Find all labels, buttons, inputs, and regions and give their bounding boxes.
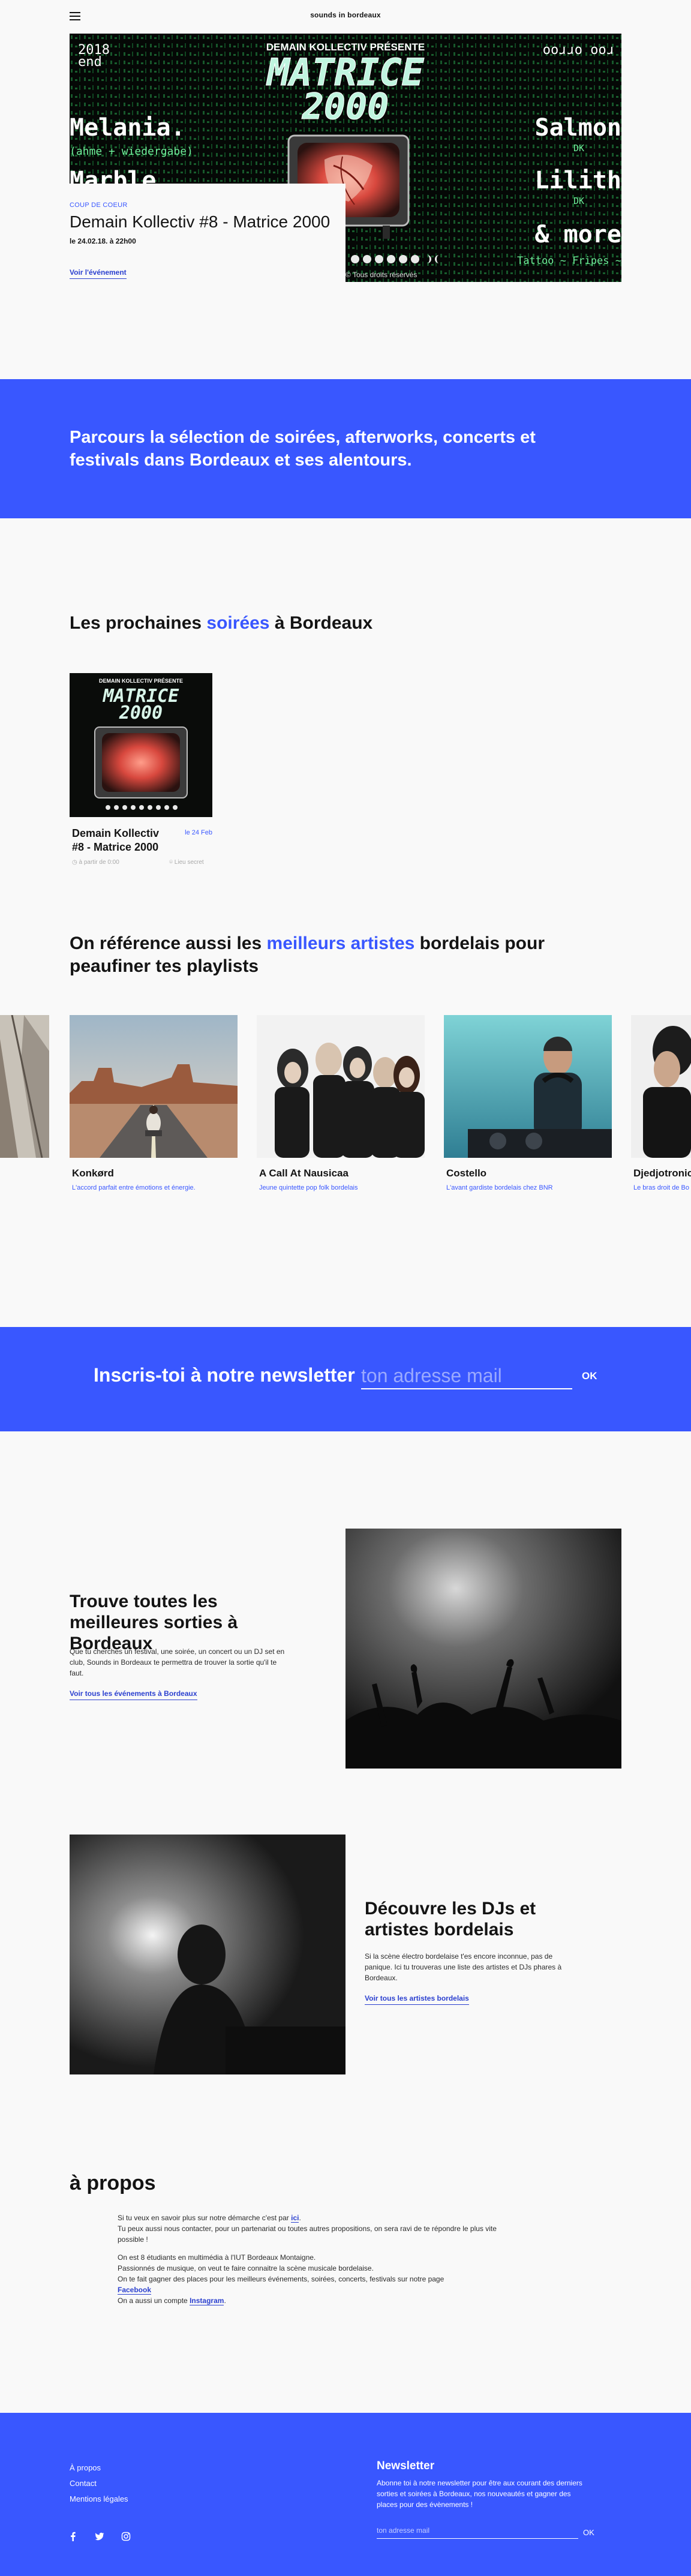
- intro-text: Parcours la sélection de soirées, afterw…: [70, 428, 536, 470]
- about-text: Si tu veux en savoir plus sur notre déma…: [118, 2212, 501, 2306]
- feature-events-title: Trouve toutes les meilleures sorties à B…: [70, 1592, 238, 1653]
- artist-desc-call-at-nausicaa: Jeune quintette pop folk bordelais: [259, 1184, 358, 1191]
- artist-name-call-at-nausicaa[interactable]: A Call At Nausicaa: [259, 1167, 348, 1179]
- twitter-icon[interactable]: [95, 2532, 104, 2541]
- hero-title[interactable]: Demain Kollectiv #8 - Matrice 2000: [70, 212, 346, 231]
- footer-link-about[interactable]: À propos: [70, 2463, 101, 2472]
- poster-artist-right-2: Lilith: [535, 167, 622, 194]
- newsletter-ok-button[interactable]: OK: [582, 1370, 597, 1382]
- intro-band: Parcours la sélection de soirées, afterw…: [0, 379, 691, 518]
- event-card-image[interactable]: DEMAIN KOLLECTIV PRÉSENTE MATRICE 2000: [70, 673, 212, 817]
- poster-credit: © Tous droits réservés: [346, 271, 417, 279]
- about-title: à propos: [70, 2172, 156, 2194]
- event-poster-banner: DEMAIN KOLLECTIV PRÉSENTE: [99, 678, 183, 684]
- footer-link-legal[interactable]: Mentions légales: [70, 2494, 128, 2503]
- artist-desc-djedjotronic: Le bras droit de Bo: [633, 1184, 689, 1191]
- footer-newsletter-title: Newsletter: [377, 2460, 435, 2472]
- event-date: le 24 Feb: [185, 829, 212, 836]
- footer-newsletter-text: Abonne toi à notre newsletter pour être …: [377, 2479, 582, 2509]
- about-p2: Tu peux aussi nous contacter, pour un pa…: [118, 2224, 497, 2244]
- location-icon: ⌾: [169, 859, 175, 866]
- artist-image-call-at-nausicaa[interactable]: [257, 1015, 425, 1158]
- poster-corner-right: ooɹɹo ooɹ: [543, 43, 614, 58]
- feature-artists-link[interactable]: Voir tous les artistes bordelais: [365, 1994, 469, 2005]
- about-p4: Passionnés de musique, on veut te faire …: [118, 2264, 374, 2272]
- artist-image-konkord[interactable]: [70, 1015, 238, 1158]
- artists-section-title: On référence aussi les meilleurs artiste…: [70, 933, 545, 976]
- newsletter-email-input[interactable]: [361, 1363, 572, 1389]
- feature-events-link[interactable]: Voir tous les événements à Bordeaux: [70, 1689, 197, 1700]
- poster-artist-right-1-sub: DK: [573, 143, 584, 154]
- poster-artist-left-sub: (ahme + wiedergabe): [70, 145, 193, 158]
- newsletter-band: Inscris-toi à notre newsletter OK: [0, 1327, 691, 1431]
- poster-tagline: Tattoo ~ Fripes ~: [517, 255, 621, 267]
- poster-artist-right-3: & more: [535, 221, 622, 248]
- concert-crowd-image: [346, 1529, 621, 1769]
- artist-desc-konkord: L'accord parfait entre émotions et énerg…: [72, 1184, 196, 1191]
- footer-ok-button[interactable]: OK: [583, 2528, 594, 2537]
- about-facebook-link[interactable]: Facebook: [118, 2286, 152, 2295]
- hero-event-link[interactable]: Voir l'événement: [70, 268, 127, 279]
- feature-artists-text: Si la scène électro bordelaise t'es enco…: [365, 1952, 562, 1982]
- footer-email-input[interactable]: [377, 2522, 578, 2539]
- poster-logo-year: 2000: [302, 86, 389, 128]
- event-title[interactable]: Demain Kollectiv #8 - Matrice 2000: [72, 827, 168, 854]
- footer-link-contact[interactable]: Contact: [70, 2479, 97, 2488]
- newsletter-label: Inscris-toi à notre newsletter: [94, 1364, 355, 1386]
- hero-kicker: COUP DE COEUR: [70, 202, 128, 209]
- about-p6: On a aussi un compte Instagram.: [118, 2296, 226, 2305]
- poster-artist-right-2-sub: DK: [573, 196, 584, 206]
- feature-artists-title: Découvre les DJs et artistes bordelais: [365, 1899, 536, 1939]
- hero-date: le 24.02.18. à 22h00: [70, 237, 136, 245]
- artist-name-konkord[interactable]: Konkørd: [72, 1167, 114, 1179]
- poster-artist-left-1: Melania.: [70, 114, 185, 142]
- artist-image-costello[interactable]: [444, 1015, 612, 1158]
- feature-events-text: Que tu cherches un festival, une soirée,…: [70, 1647, 285, 1677]
- dj-silhouette-image: [70, 1835, 346, 2074]
- event-time: ◷ à partir de 0:00: [72, 859, 119, 866]
- poster-corner-left-2: end: [78, 55, 102, 70]
- hero-card: COUP DE COEUR Demain Kollectiv #8 - Matr…: [70, 184, 346, 302]
- artist-image-partial[interactable]: [0, 1015, 49, 1158]
- events-section-title: Les prochaines soirées à Bordeaux: [70, 613, 373, 633]
- artist-name-costello[interactable]: Costello: [446, 1167, 486, 1179]
- about-p5: On te fait gagner des places pour les me…: [118, 2275, 444, 2283]
- site-title[interactable]: sounds in bordeaux: [0, 11, 691, 19]
- artist-image-djedjotronic[interactable]: [631, 1015, 691, 1158]
- event-poster-year: 2000: [119, 702, 163, 723]
- artist-desc-costello: L'avant gardiste bordelais chez BNR: [446, 1184, 553, 1191]
- about-p3: On est 8 étudiants en multimédia à l'IUT…: [118, 2253, 316, 2262]
- poster-artist-right-1: Salmon: [535, 114, 622, 142]
- clock-icon: ◷: [72, 859, 79, 866]
- facebook-icon[interactable]: [68, 2532, 78, 2541]
- artist-name-djedjotronic[interactable]: Djedjotronic: [633, 1167, 691, 1179]
- about-p1: Si tu veux en savoir plus sur notre déma…: [118, 2214, 301, 2223]
- event-place: ⌾ Lieu secret: [169, 859, 204, 866]
- instagram-icon[interactable]: [121, 2532, 131, 2541]
- about-ici-link[interactable]: ici: [291, 2214, 299, 2223]
- about-instagram-link[interactable]: Instagram: [190, 2296, 224, 2305]
- footer: À propos Contact Mentions légales Newsle…: [0, 2413, 691, 2576]
